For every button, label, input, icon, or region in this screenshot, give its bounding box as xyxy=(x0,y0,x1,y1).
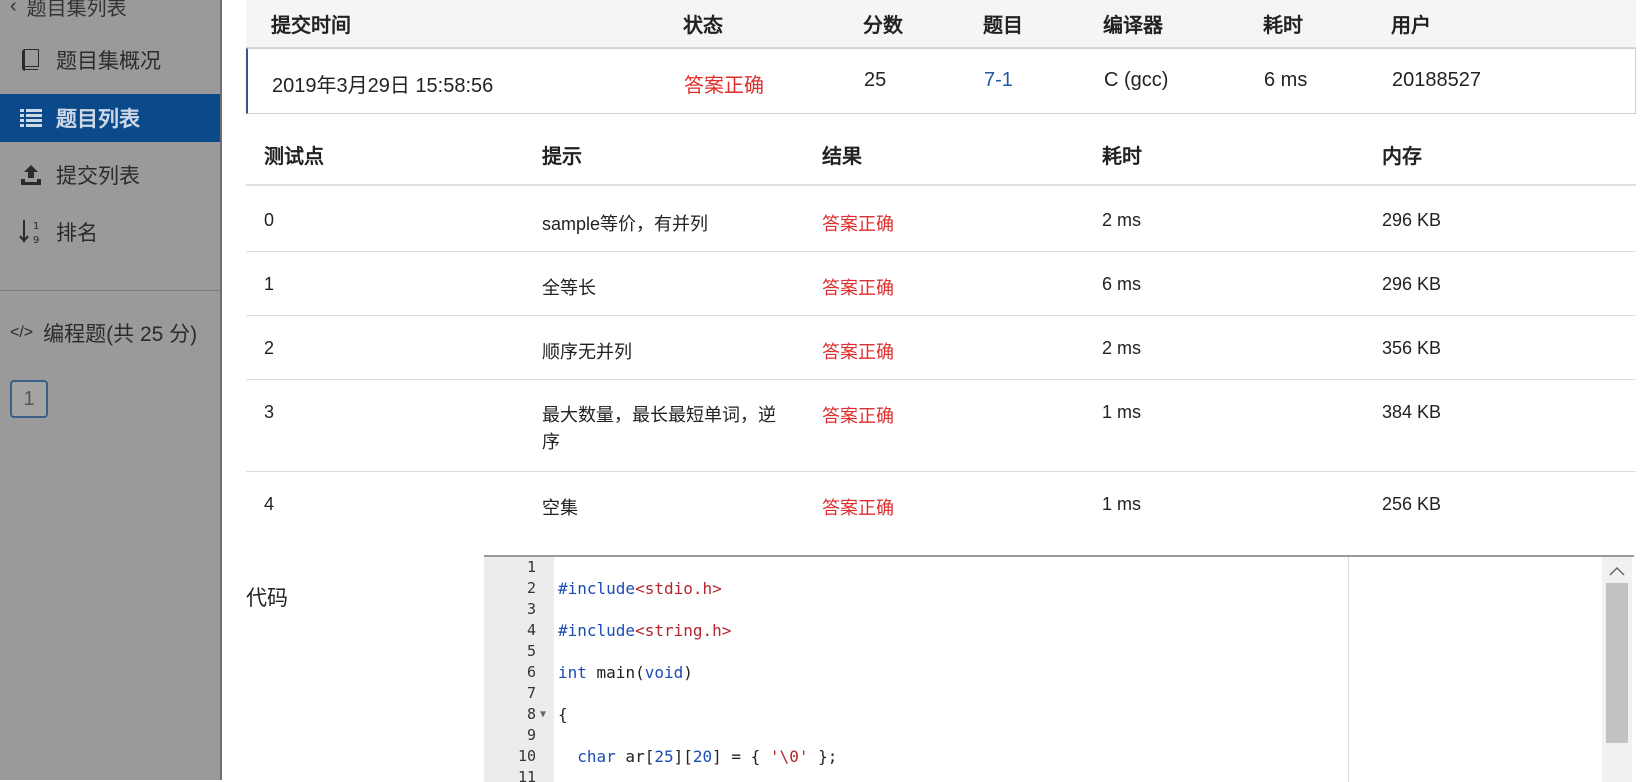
header-testcase: 测试点 xyxy=(264,146,324,168)
testcase-time: 6 ms xyxy=(1102,274,1142,294)
sort-numeric-icon: 19 xyxy=(18,219,44,245)
user-value: 20188527 xyxy=(1392,69,1481,91)
svg-text:1: 1 xyxy=(33,221,39,232)
line-number: 7 xyxy=(526,684,536,702)
sidebar-item-label: 排名 xyxy=(56,222,98,245)
code-line: int main(void) xyxy=(558,663,693,682)
testcase-table-header: 测试点 提示 结果 耗时 内存 xyxy=(246,116,1636,186)
testcase-time: 2 ms xyxy=(1102,338,1142,358)
code-line: #include<stdio.h> xyxy=(558,579,722,598)
line-number: 2 xyxy=(526,579,536,597)
testcase-time: 1 ms xyxy=(1102,494,1142,514)
testcase-hint: 空集 xyxy=(542,498,578,518)
sidebar-item-submissions[interactable]: 提交列表 xyxy=(0,151,220,199)
header-status: 状态 xyxy=(683,15,723,37)
code-icon: </> xyxy=(10,324,34,341)
back-label: 题目集列表 xyxy=(26,0,127,20)
header-problem: 题目 xyxy=(983,15,1023,37)
testcase-hint: 顺序无并列 xyxy=(542,342,632,362)
line-number: 1 xyxy=(526,558,536,576)
book-icon xyxy=(18,47,44,73)
header-result: 结果 xyxy=(822,146,862,168)
sidebar-item-label: 提交列表 xyxy=(56,165,140,188)
submit-time: 2019年3月29日 15:58:56 xyxy=(272,75,494,97)
print-margin xyxy=(1348,557,1349,782)
testcase-memory: 296 KB xyxy=(1382,274,1442,294)
code-line: char ar[25][20] = { '\0' }; xyxy=(577,747,838,766)
question-number-button[interactable]: 1 xyxy=(10,380,48,418)
sidebar-item-problem-list[interactable]: 题目列表 xyxy=(0,94,220,142)
submission-table-header: 提交时间 状态 分数 题目 编译器 耗时 用户 xyxy=(246,0,1636,48)
testcase-id: 3 xyxy=(264,402,275,422)
header-time: 耗时 xyxy=(1102,146,1142,168)
scrollbar-thumb[interactable] xyxy=(1606,583,1628,743)
code-editor[interactable]: 1 2 3 4 5 6 7 8 ▼ 9 10 11 #include<stdio… xyxy=(484,555,1634,782)
programming-section-header: </> 编程题(共 25 分) xyxy=(10,318,197,348)
header-score: 分数 xyxy=(863,15,903,37)
testcase-memory: 384 KB xyxy=(1382,402,1442,422)
testcase-result: 答案正确 xyxy=(822,278,894,298)
code-line: #include<string.h> xyxy=(558,621,732,640)
code-line: { xyxy=(558,705,568,724)
table-row: 3 最大数量，最长最短单词，逆序 答案正确 1 ms 384 KB xyxy=(246,380,1636,472)
code-label: 代码 xyxy=(246,587,288,610)
testcase-memory: 256 KB xyxy=(1382,494,1442,514)
sidebar: ‹ 题目集列表 题目集概况 题目列表 提交列表 19 排名 </> 编程题(共 … xyxy=(0,0,222,780)
line-number: 8 xyxy=(526,705,536,723)
header-user: 用户 xyxy=(1391,15,1431,37)
submission-row: 2019年3月29日 15:58:56 答案正确 25 7-1 C (gcc) … xyxy=(246,48,1636,114)
testcase-memory: 356 KB xyxy=(1382,338,1442,358)
problem-link[interactable]: 7-1 xyxy=(984,69,1013,92)
header-hint: 提示 xyxy=(542,146,582,168)
testcase-result: 答案正确 xyxy=(822,498,894,518)
testcase-time: 2 ms xyxy=(1102,210,1142,230)
testcase-time: 1 ms xyxy=(1102,402,1142,422)
testcase-result: 答案正确 xyxy=(822,406,894,426)
testcase-id: 2 xyxy=(264,338,275,358)
table-row: 2 顺序无并列 答案正确 2 ms 356 KB xyxy=(246,316,1636,380)
list-icon xyxy=(18,105,44,131)
line-number-gutter: 1 2 3 4 5 6 7 8 ▼ 9 10 11 xyxy=(484,557,554,782)
chevron-up-icon[interactable] xyxy=(1602,561,1632,581)
editor-scrollbar[interactable] xyxy=(1602,557,1632,782)
line-number: 4 xyxy=(526,621,536,639)
header-memory: 内存 xyxy=(1382,146,1422,168)
sidebar-item-overview[interactable]: 题目集概况 xyxy=(0,36,220,84)
svg-text:9: 9 xyxy=(33,235,39,245)
score-value: 25 xyxy=(864,69,887,91)
testcase-memory: 296 KB xyxy=(1382,210,1442,230)
compiler-value: C (gcc) xyxy=(1104,69,1169,91)
upload-icon xyxy=(18,162,44,188)
testcase-result: 答案正确 xyxy=(822,342,894,362)
elapsed-value: 6 ms xyxy=(1264,69,1308,91)
header-elapsed: 耗时 xyxy=(1263,15,1303,37)
testcase-id: 1 xyxy=(264,274,275,294)
table-row: 4 空集 答案正确 1 ms 256 KB xyxy=(246,472,1636,536)
sidebar-item-label: 题目列表 xyxy=(56,108,140,131)
testcase-id: 0 xyxy=(264,210,275,230)
testcase-result: 答案正确 xyxy=(822,214,894,234)
status-badge: 答案正确 xyxy=(684,75,764,97)
header-compiler: 编译器 xyxy=(1103,15,1163,37)
header-submit-time: 提交时间 xyxy=(271,15,351,37)
line-number: 10 xyxy=(517,747,536,765)
line-number: 3 xyxy=(526,600,536,618)
code-content[interactable]: #include<stdio.h> #include<string.h> int… xyxy=(558,557,1354,782)
testcase-id: 4 xyxy=(264,494,275,514)
table-row: 1 全等长 答案正确 6 ms 296 KB xyxy=(246,252,1636,316)
line-number: 9 xyxy=(526,726,536,744)
fold-arrow-icon[interactable]: ▼ xyxy=(540,709,546,720)
sidebar-divider xyxy=(0,290,220,291)
line-number: 5 xyxy=(526,642,536,660)
sidebar-item-ranking[interactable]: 19 排名 xyxy=(0,208,220,256)
section-label: 编程题(共 25 分) xyxy=(43,323,198,346)
testcase-hint: 最大数量，最长最短单词，逆序 xyxy=(542,405,776,452)
testcase-hint: 全等长 xyxy=(542,278,596,298)
table-row: 0 sample等价，有并列 答案正确 2 ms 296 KB xyxy=(246,188,1636,252)
testcase-hint: sample等价，有并列 xyxy=(542,214,709,234)
chevron-left-icon: ‹ xyxy=(10,0,17,17)
sidebar-item-label: 题目集概况 xyxy=(56,50,161,73)
line-number: 6 xyxy=(526,663,536,681)
back-to-problem-sets[interactable]: ‹ 题目集列表 xyxy=(10,0,127,21)
